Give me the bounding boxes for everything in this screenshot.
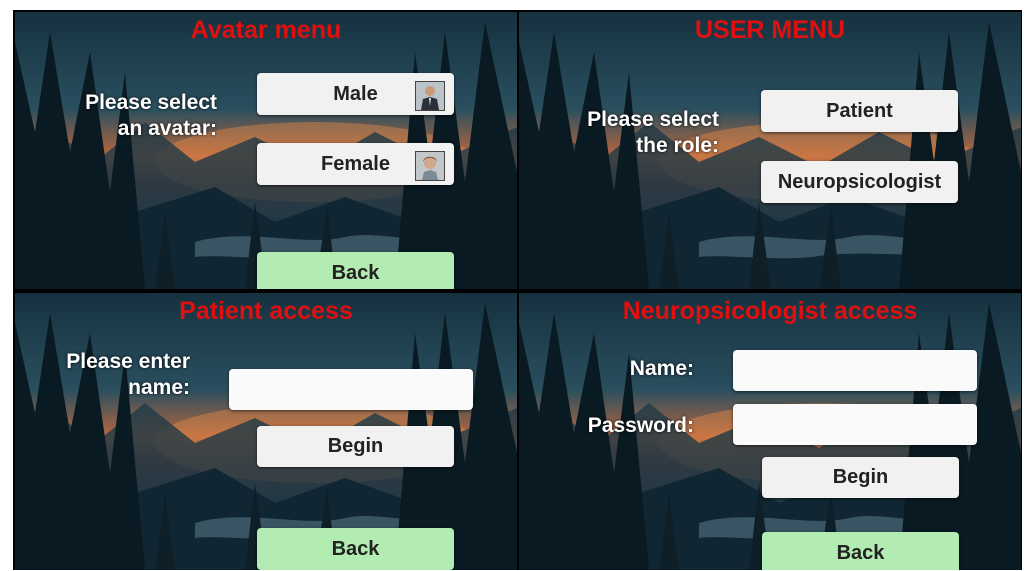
- female-button[interactable]: Female: [257, 143, 454, 185]
- neuro-begin-label: Begin: [832, 466, 889, 488]
- avatar-prompt: Please select an avatar:: [45, 90, 217, 142]
- patient-back-label: Back: [331, 537, 380, 560]
- male-button[interactable]: Male: [257, 73, 454, 115]
- female-button-label: Female: [321, 152, 390, 175]
- user-menu-title: USER MENU: [694, 16, 845, 44]
- avatar-prompt-line2: an avatar:: [117, 117, 217, 140]
- role-prompt: Please select the role:: [549, 107, 719, 159]
- avatar-menu-panel: Avatar menu Please select an avatar: Mal…: [15, 12, 517, 289]
- patient-begin-button[interactable]: Begin: [257, 426, 454, 467]
- avatar-menu-title: Avatar menu: [190, 16, 342, 44]
- patient-back-button[interactable]: Back: [257, 528, 454, 570]
- patient-button[interactable]: Patient: [761, 90, 958, 132]
- avatar-back-button[interactable]: Back: [257, 252, 454, 289]
- patient-prompt-line2: name:: [128, 376, 190, 399]
- male-avatar-icon: [415, 81, 445, 111]
- patient-access-panel: Patient access Please enter name: Begin …: [15, 293, 517, 570]
- patient-button-label: Patient: [826, 99, 893, 122]
- male-button-label: Male: [333, 82, 378, 105]
- patient-name-prompt: Please enter name:: [35, 349, 190, 401]
- role-prompt-line1: Please select: [587, 108, 719, 131]
- patient-begin-label: Begin: [327, 435, 384, 457]
- neuro-back-label: Back: [836, 541, 885, 564]
- neuropsicologist-button[interactable]: Neuropsicologist: [761, 161, 958, 203]
- neuro-name-input[interactable]: [733, 350, 977, 391]
- neuro-back-button[interactable]: Back: [762, 532, 959, 570]
- neuro-name-label: Name:: [629, 357, 694, 380]
- neuropsicologist-button-label: Neuropsicologist: [777, 170, 942, 193]
- neuro-begin-button[interactable]: Begin: [762, 457, 959, 498]
- female-avatar-icon: [415, 151, 445, 181]
- avatar-back-label: Back: [331, 261, 380, 284]
- role-prompt-line2: the role:: [636, 134, 719, 157]
- neuropsicologist-access-title: Neuropsicologist access: [622, 297, 918, 325]
- neuropsicologist-access-panel: Neuropsicologist access Name: Password: …: [519, 293, 1021, 570]
- user-menu-panel: USER MENU Please select the role: Patien…: [519, 12, 1021, 289]
- neuro-password-input[interactable]: [733, 404, 977, 445]
- neuro-password-label: Password:: [587, 414, 694, 437]
- patient-prompt-line1: Please enter: [66, 350, 190, 373]
- patient-name-input[interactable]: [229, 369, 473, 410]
- patient-access-title: Patient access: [179, 297, 353, 325]
- avatar-prompt-line1: Please select: [85, 91, 217, 114]
